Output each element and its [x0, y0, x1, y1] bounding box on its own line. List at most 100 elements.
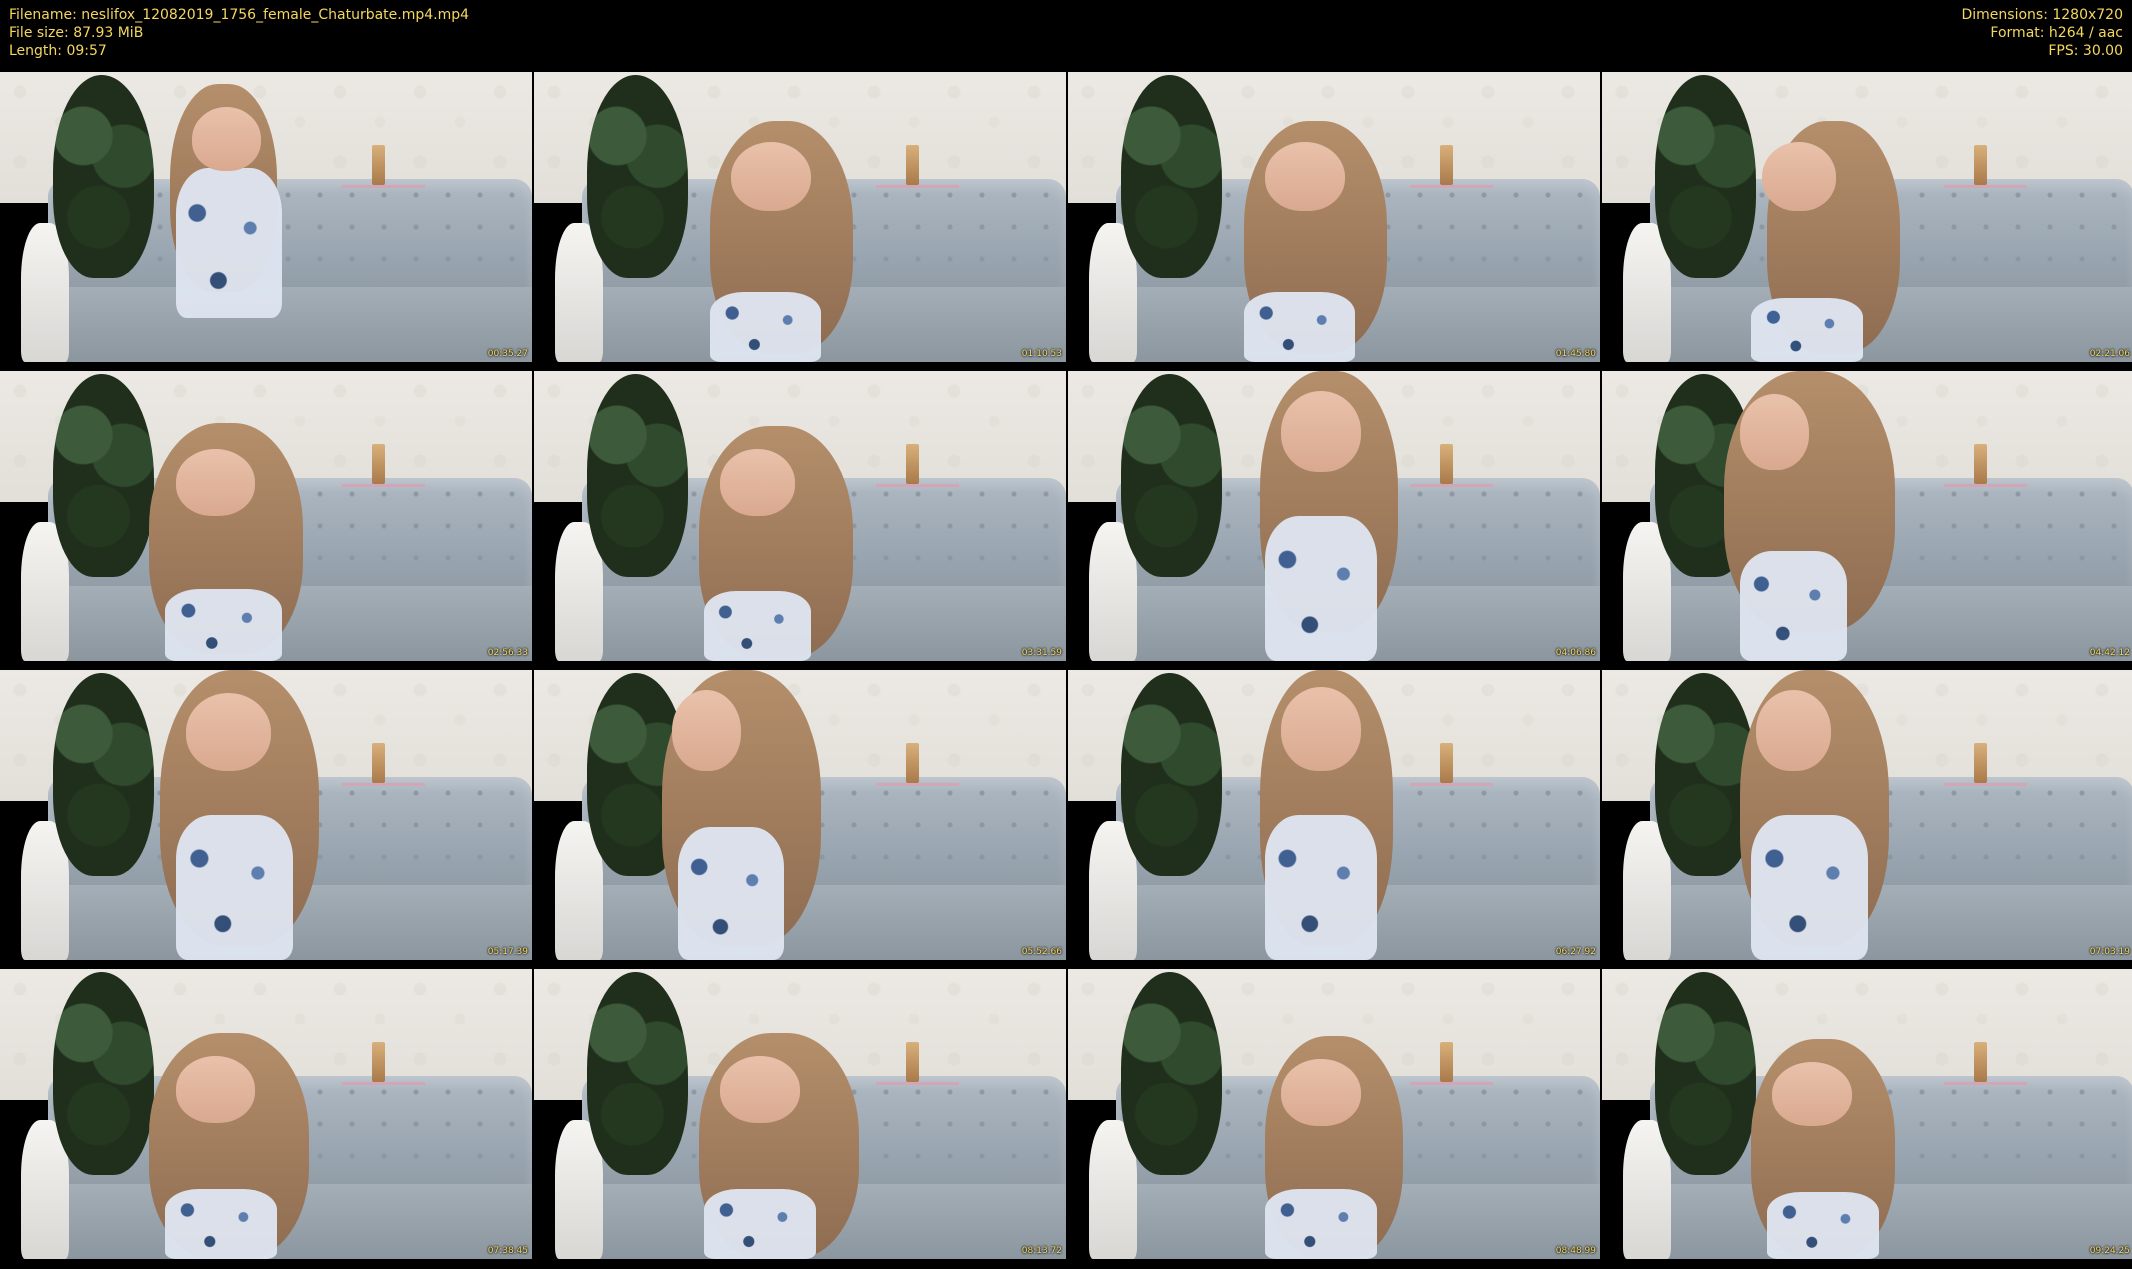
blouse-shape: [1766, 1192, 1879, 1259]
video-frame: [1602, 72, 2132, 362]
sheet-header: Filename: neslifox_12082019_1756_female_…: [0, 0, 2132, 72]
video-frame: [0, 670, 532, 960]
face-shape: [720, 1056, 800, 1123]
face-shape: [1280, 391, 1361, 473]
video-frame: [1602, 969, 2132, 1259]
person-figure: [1602, 72, 2132, 362]
video-frame: [0, 969, 532, 1259]
thumbnail: 04:06.86: [1068, 371, 1600, 661]
thumbnail-grid: 00:35.27 01:10.53 01:45.80 02:21.06 02:56.33…: [0, 72, 2132, 1269]
thumbnail: 07:03.19: [1602, 670, 2132, 960]
blouse-shape: [1740, 550, 1847, 661]
blouse-shape: [1264, 1189, 1377, 1259]
thumbnail-timestamp: 07:38.45: [487, 1246, 528, 1256]
blouse-shape: [164, 1189, 277, 1259]
video-frame: [1068, 670, 1600, 960]
person-figure: [534, 72, 1066, 362]
video-frame: [1068, 72, 1600, 362]
video-frame: [0, 371, 532, 661]
thumbnail: 05:52.66: [534, 670, 1066, 960]
video-frame: [534, 371, 1066, 661]
face-shape: [1264, 141, 1345, 212]
thumbnail-timestamp: 04:06.86: [1555, 648, 1596, 658]
fps-line: FPS: 30.00: [2048, 43, 2123, 59]
face-shape: [1756, 690, 1831, 772]
thumbnail-timestamp: 02:56.33: [487, 648, 528, 658]
thumbnail-timestamp: 05:17.39: [487, 947, 528, 957]
thumbnail: 04:42.12: [1602, 371, 2132, 661]
video-frame: [1602, 371, 2132, 661]
blouse-shape: [175, 167, 282, 319]
video-frame: [534, 72, 1066, 362]
video-frame: [0, 72, 532, 362]
blouse-shape: [704, 1189, 816, 1259]
video-frame: [534, 670, 1066, 960]
blouse-shape: [1264, 516, 1377, 661]
thumbnail: 05:17.39: [0, 670, 532, 960]
blouse-shape: [1243, 292, 1356, 362]
person-figure: [0, 371, 532, 661]
person-figure: [1068, 72, 1600, 362]
thumbnail-timestamp: 02:21.06: [2089, 349, 2130, 359]
face-shape: [1740, 394, 1810, 470]
person-figure: [1068, 670, 1600, 960]
thumbnail: 02:56.33: [0, 371, 532, 661]
thumbnail-timestamp: 01:10.53: [1021, 349, 1062, 359]
face-shape: [175, 1056, 256, 1123]
person-figure: [1602, 969, 2132, 1259]
filename-line: Filename: neslifox_12082019_1756_female_…: [9, 7, 470, 23]
face-shape: [1280, 687, 1361, 772]
thumbnail-timestamp: 01:45.80: [1555, 349, 1596, 359]
thumbnail: 02:21.06: [1602, 72, 2132, 362]
thumbnail-timestamp: 09:24.25: [2089, 1246, 2130, 1256]
format-line: Format: h264 / aac: [1990, 25, 2123, 41]
blouse-shape: [704, 591, 811, 661]
thumbnail: 07:38.45: [0, 969, 532, 1259]
thumbnail-timestamp: 06:27.92: [1555, 947, 1596, 957]
thumbnail: 00:35.27: [0, 72, 532, 362]
thumbnail: 09:24.25: [1602, 969, 2132, 1259]
thumbnail-timestamp: 00:35.27: [487, 349, 528, 359]
thumbnail: 08:48.99: [1068, 969, 1600, 1259]
thumbnail-timestamp: 08:13.72: [1021, 1246, 1062, 1256]
person-figure: [1068, 969, 1600, 1259]
person-figure: [1602, 670, 2132, 960]
thumbnail-timestamp: 07:03.19: [2089, 947, 2130, 957]
filesize-line: File size: 87.93 MiB: [9, 25, 144, 41]
video-metadata: Dimensions: 1280x720 Format: h264 / aac …: [1961, 6, 2123, 60]
thumbnail-timestamp: 08:48.99: [1555, 1246, 1596, 1256]
face-shape: [1280, 1058, 1361, 1126]
face-shape: [720, 449, 795, 516]
video-frame: [1068, 371, 1600, 661]
thumbnail-timestamp: 05:52.66: [1021, 947, 1062, 957]
face-shape: [186, 693, 272, 772]
face-shape: [672, 690, 742, 772]
person-figure: [0, 969, 532, 1259]
thumbnail: 01:45.80: [1068, 72, 1600, 362]
length-line: Length: 09:57: [9, 43, 107, 59]
thumbnail: 08:13.72: [534, 969, 1066, 1259]
thumbnail: 01:10.53: [534, 72, 1066, 362]
face-shape: [175, 449, 256, 516]
blouse-shape: [1264, 815, 1377, 960]
thumbnail: 03:31.59: [534, 371, 1066, 661]
thumbnail: 06:27.92: [1068, 670, 1600, 960]
blouse-shape: [709, 292, 822, 362]
video-frame: [1068, 969, 1600, 1259]
thumbnail-timestamp: 03:31.59: [1021, 648, 1062, 658]
person-figure: [1602, 371, 2132, 661]
person-figure: [0, 670, 532, 960]
person-figure: [534, 371, 1066, 661]
dimensions-line: Dimensions: 1280x720: [1961, 7, 2123, 23]
blouse-shape: [175, 815, 293, 960]
video-frame: [1602, 670, 2132, 960]
face-shape: [1772, 1061, 1853, 1126]
person-figure: [1068, 371, 1600, 661]
blouse-shape: [1750, 298, 1863, 362]
face-shape: [1761, 141, 1837, 212]
face-shape: [191, 106, 261, 171]
face-shape: [730, 141, 811, 212]
blouse-shape: [1750, 815, 1868, 960]
person-figure: [0, 72, 532, 362]
blouse-shape: [164, 588, 282, 661]
